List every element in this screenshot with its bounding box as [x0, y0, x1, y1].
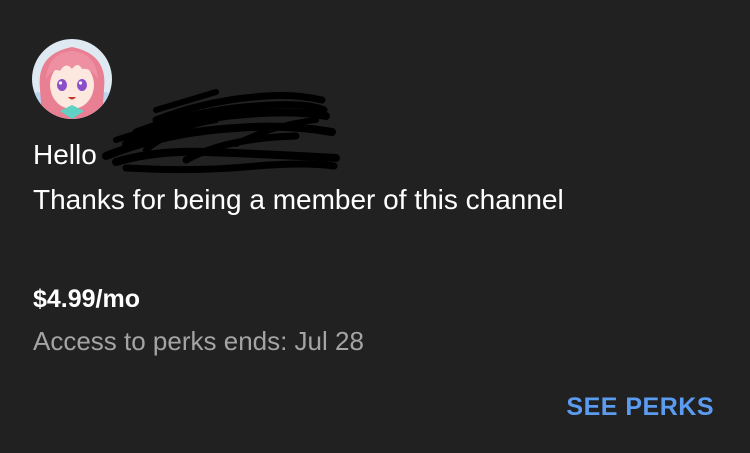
greeting-row: Hello: [33, 138, 97, 172]
thanks-message: Thanks for being a member of this channe…: [33, 184, 564, 215]
perks-end-date: Access to perks ends: Jul 28: [33, 326, 364, 356]
membership-price: $4.99/mo: [33, 285, 141, 313]
greeting-text: Hello: [33, 139, 97, 170]
membership-card: Hello Thanks for being a member of this …: [0, 0, 750, 453]
redaction-scribble: [102, 89, 340, 174]
see-perks-button[interactable]: SEE PERKS: [566, 393, 714, 422]
